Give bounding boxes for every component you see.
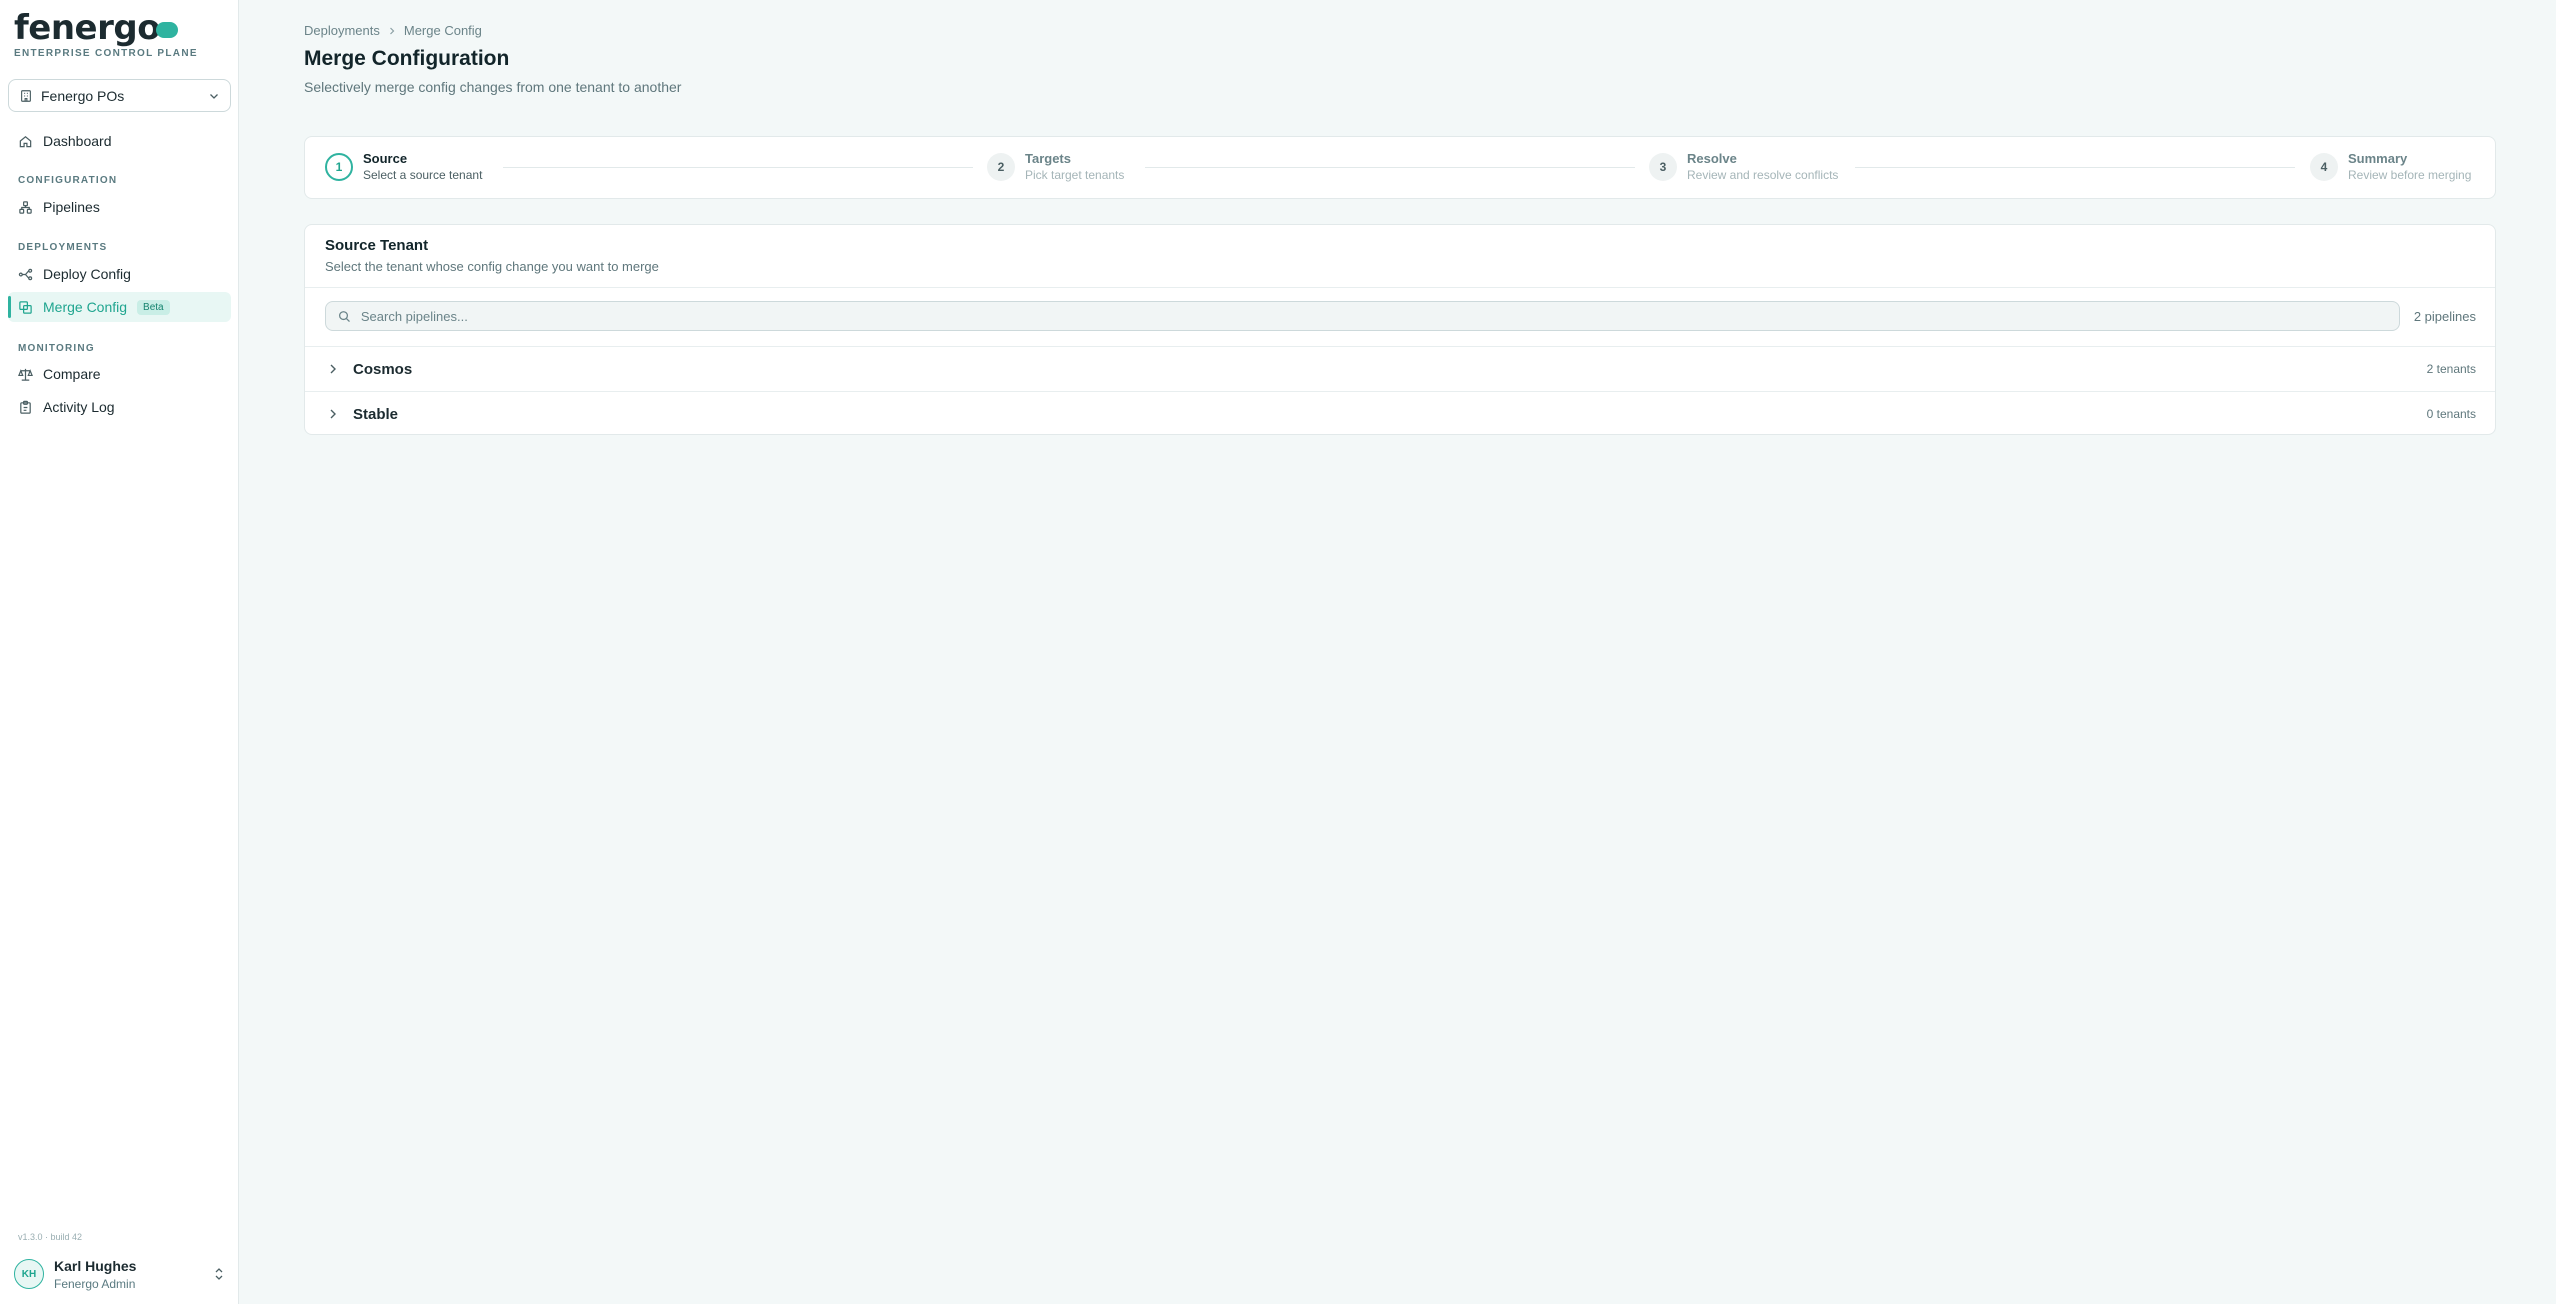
tenant-count: 2 tenants [2426,362,2476,376]
breadcrumb-deployments[interactable]: Deployments [304,23,380,38]
chevron-right-icon [330,364,336,374]
building-icon [21,89,31,102]
step-desc: Review and resolve conflicts [1687,168,1839,182]
org-select[interactable]: Fenergo POs [8,79,231,112]
step-desc: Select a source tenant [363,168,483,182]
step-number: 4 [2310,152,2338,181]
chevron-right-icon [330,409,336,419]
source-tenant-card: Source Tenant Select the tenant whose co… [304,224,2496,435]
logo-dot-icon [156,22,179,38]
pipeline-name: Cosmos [353,360,413,378]
nav-merge-config[interactable]: Merge Config Beta [8,292,231,322]
card-divider [305,287,2495,288]
nav-activity-log[interactable]: Activity Log [8,392,231,422]
home-icon [19,135,32,147]
brand-name: fenergo [14,8,161,48]
card-title: Source Tenant [325,237,429,254]
stepper: 1 Source Select a source tenant 2 Target… [304,136,2496,199]
step-title: Source [363,151,408,166]
section-monitoring: MONITORING [18,343,95,354]
step-title: Summary [2348,151,2408,166]
chevron-up-down-icon [215,1268,223,1280]
user-role: Fenergo Admin [54,1276,136,1291]
step-desc: Review before merging [2348,168,2472,182]
user-info: Karl Hughes Fenergo Admin [54,1258,136,1291]
brand-tagline: ENTERPRISE CONTROL PLANE [14,48,198,59]
pipeline-name: Stable [353,405,399,423]
step-desc: Pick target tenants [1025,168,1125,182]
nav-pipelines-label: Pipelines [43,199,100,215]
step-number: 2 [987,152,1015,181]
scale-icon [18,368,33,381]
nav-merge-config-label: Merge Config [43,299,128,315]
nav-activity-log-label: Activity Log [43,399,115,415]
pipeline-count: 2 pipelines [2413,309,2476,324]
section-deployments: DEPLOYMENTS [18,242,108,253]
step-title: Resolve [1687,151,1737,166]
pipelines-icon [19,200,32,214]
chevron-down-icon [210,93,218,99]
avatar: KH [14,1259,44,1289]
search-icon [339,310,350,322]
breadcrumb: Deployments Merge Config [304,23,482,38]
nav-deploy-config[interactable]: Deploy Config [8,259,231,289]
step-number: 1 [325,152,353,181]
breadcrumb-current: Merge Config [403,23,482,38]
chevron-right-icon [389,27,395,34]
user-name: Karl Hughes [54,1257,137,1274]
step-connector [503,167,973,168]
merge-icon [19,300,32,314]
tenant-count: 0 tenants [2426,407,2476,421]
step-title: Targets [1025,151,1071,166]
version-label: v1.3.0 · build 42 [18,1232,83,1242]
org-select-value: Fenergo POs [41,87,125,104]
nav-dashboard-label: Dashboard [43,133,112,149]
nav-deploy-config-label: Deploy Config [43,266,131,282]
pipeline-row-cosmos[interactable]: Cosmos 2 tenants [305,346,2495,391]
user-menu[interactable]: KH Karl Hughes Fenergo Admin [14,1254,224,1294]
card-subtitle: Select the tenant whose config change yo… [325,259,659,274]
page-title: Merge Configuration [304,47,510,70]
step-connector [1855,167,2295,168]
search-box [325,301,2400,331]
step-number: 3 [1649,152,1677,181]
step-targets[interactable]: 2 Targets Pick target tenants [987,151,1124,182]
nav-pipelines[interactable]: Pipelines [8,192,231,222]
page-subtitle: Selectively merge config changes from on… [304,79,682,95]
step-connector [1145,167,1635,168]
nav-compare[interactable]: Compare [8,359,231,389]
brand-logo[interactable]: fenergo [14,8,179,48]
beta-badge: Beta [137,299,170,315]
deploy-icon [18,268,33,280]
step-resolve[interactable]: 3 Resolve Review and resolve conflicts [1649,151,1838,182]
step-summary[interactable]: 4 Summary Review before merging [2310,151,2471,182]
clipboard-icon [20,400,31,414]
pipeline-row-stable[interactable]: Stable 0 tenants [305,391,2495,436]
sidebar: fenergo ENTERPRISE CONTROL PLANE Fenergo… [0,0,239,1304]
nav-compare-label: Compare [43,366,101,382]
search-input[interactable] [360,308,2399,324]
section-configuration: CONFIGURATION [18,175,118,186]
step-source[interactable]: 1 Source Select a source tenant [325,151,482,182]
nav-dashboard[interactable]: Dashboard [8,126,231,156]
